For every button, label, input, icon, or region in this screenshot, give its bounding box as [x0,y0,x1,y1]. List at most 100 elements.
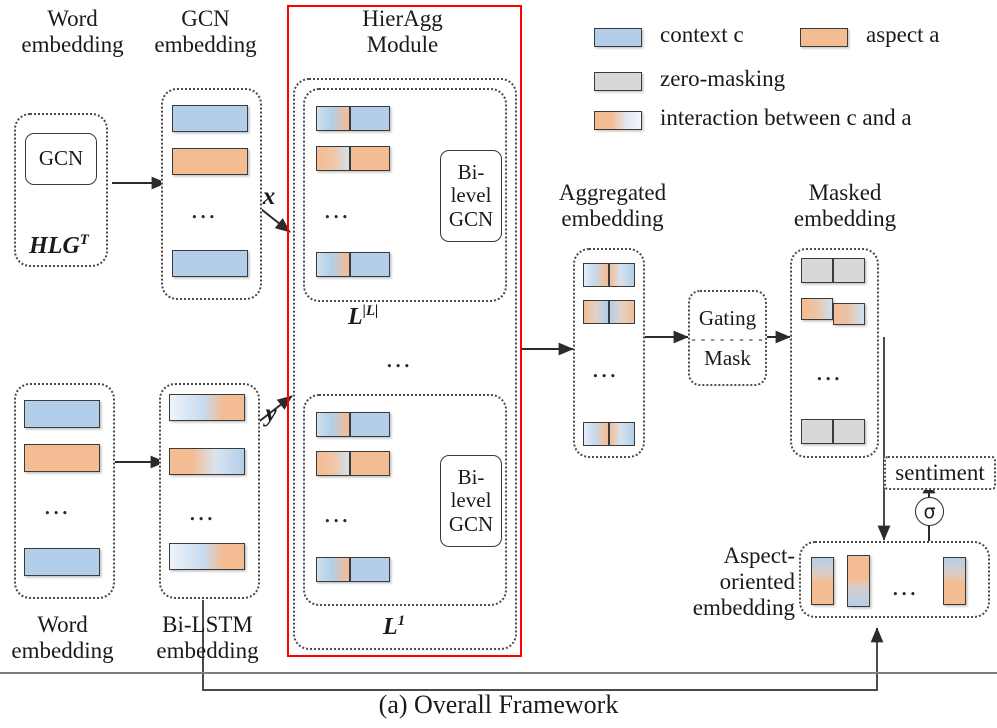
aggregated-ellipsis: ... [592,355,618,382]
title-line-3: embedding [692,594,795,620]
word-embedding-bar-2 [24,444,100,472]
layer-top-text: L [348,304,363,330]
caption-text: (a) Overall Framework [378,690,619,719]
legend-swatch-context [594,28,642,47]
sigma-activation-node: σ [915,497,944,526]
ellipsis-text: ... [386,343,413,373]
aspect-oriented-bar-4 [943,557,966,605]
figure-caption: (a) Overall Framework [0,690,997,720]
aggregated-bar-1-left [583,263,609,287]
hieragg-bottom-bar-2 [316,451,350,476]
gcn-block[interactable]: GCN [25,133,97,185]
word-embedding-ellipsis: ... [44,492,70,519]
layer-bottom-text: L [383,614,398,640]
masked-bar-1-left [801,258,833,283]
layer-top-superscript: |L| [362,303,379,319]
title-line-2: embedding [11,637,114,663]
aggregated-bar-1-right [609,263,635,287]
hieragg-bottom-bar-4 [316,557,350,582]
legend-swatch-zero-masking [594,72,642,91]
hieragg-bottom-ellipsis: ... [324,500,350,527]
legend-label-zero-masking: zero-masking [660,66,785,92]
title-line-1: Aspect- [723,543,795,568]
bilevel-gcn-line-1: Bi-level [450,160,492,208]
word-embedding-top-title: Word embedding [0,6,145,58]
bilevel-gcn-bottom[interactable]: Bi-level GCN [440,455,502,547]
title-line-1: Word [37,612,88,637]
ellipsis-text: ... [189,496,216,526]
gating-mask-block[interactable]: Gating - - - - - - - - Mask [688,290,767,386]
ellipsis-text: ... [592,353,619,383]
gcn-label: GCN [38,146,84,171]
hieragg-top-bar-1-right [350,106,390,131]
hieragg-module-title: HierAgg Module [300,6,505,58]
title-line-1: GCN [181,6,230,31]
aggregated-bar-4-left [583,422,609,446]
title-line-1: Bi-LSTM [162,612,253,637]
aspect-oriented-bar-2 [847,555,870,607]
title-line-1: Word [47,6,98,31]
legend-text: context c [660,22,744,47]
sentiment-output-box: sentiment [884,456,996,490]
masked-embedding-title: Masked embedding [755,180,935,232]
hieragg-top-bar-4-right [350,252,390,277]
sigma-glyph: σ [923,500,936,523]
bilstm-embedding-title: Bi-LSTM embedding [140,612,275,664]
hieragg-bottom-bar-1-right [350,412,390,437]
ellipsis-text: ... [44,490,71,520]
masked-bar-2-left [801,298,833,320]
gcn-embedding-bar-1 [172,105,248,132]
legend-label-context: context c [660,22,744,48]
hlg-superscript: T [79,232,89,248]
ellipsis-text: ... [816,356,843,386]
title-line-1: HierAgg [362,6,443,31]
caption-separator [0,672,997,674]
x-text: x [262,183,276,210]
bilevel-gcn-line-1: Bi-level [450,465,492,513]
edge-label-x: x [252,183,286,211]
legend-label-aspect: aspect a [866,22,939,48]
word-embedding-bottom-title: Word embedding [0,612,125,664]
hieragg-top-bar-1 [316,106,350,131]
legend-text: interaction between c and a [660,105,912,130]
aggregated-bar-4-right [609,422,635,446]
hlg-input-label: HLGT [14,232,104,260]
ellipsis-text: ... [191,194,218,224]
aspect-oriented-ellipsis: ... [892,573,918,600]
bilevel-gcn-top[interactable]: Bi-level GCN [440,150,502,242]
title-line-2: embedding [793,205,897,231]
gcn-embedding-title: GCN embedding [133,6,278,58]
layer-label-top: L|L| [348,303,408,331]
masked-ellipsis: ... [816,358,842,385]
hieragg-top-bar-2-right [350,146,390,171]
title-line-2: embedding [156,637,259,663]
aggregated-bar-2-left [583,300,609,324]
word-embedding-bar-1 [24,400,100,428]
masked-bar-4-right [833,419,865,444]
aspect-oriented-bar-1 [811,557,834,605]
hieragg-top-bar-4 [316,252,350,277]
gating-label: Gating [698,305,757,330]
bilstm-bar-1 [169,394,245,421]
gating-mask-divider: - - - - - - - - [691,330,764,346]
hieragg-bottom-bar-2-right [350,451,390,476]
gcn-embedding-bar-2 [172,148,248,175]
mask-label: Mask [704,345,751,370]
legend-swatch-aspect [800,28,848,47]
masked-bar-1-right [833,258,865,283]
bilstm-bar-4 [169,543,245,570]
title-line-1: Masked [808,180,882,205]
aspect-oriented-embedding-title: Aspect- oriented embedding [645,543,795,620]
ellipsis-text: ... [324,194,351,224]
aggregated-bar-2-right [609,300,635,324]
hieragg-bottom-bar-1 [316,412,350,437]
masked-bar-2-right [833,303,865,325]
hieragg-bottom-bar-4-right [350,557,390,582]
gcn-embedding-ellipsis: ... [191,196,217,223]
edge-label-y: y [254,400,288,428]
ellipsis-text: ... [892,571,919,601]
legend-swatch-interaction [594,111,642,130]
sentiment-label: sentiment [895,460,985,485]
hieragg-stack-ellipsis: ... [386,345,412,372]
hieragg-top-bar-2 [316,146,350,171]
